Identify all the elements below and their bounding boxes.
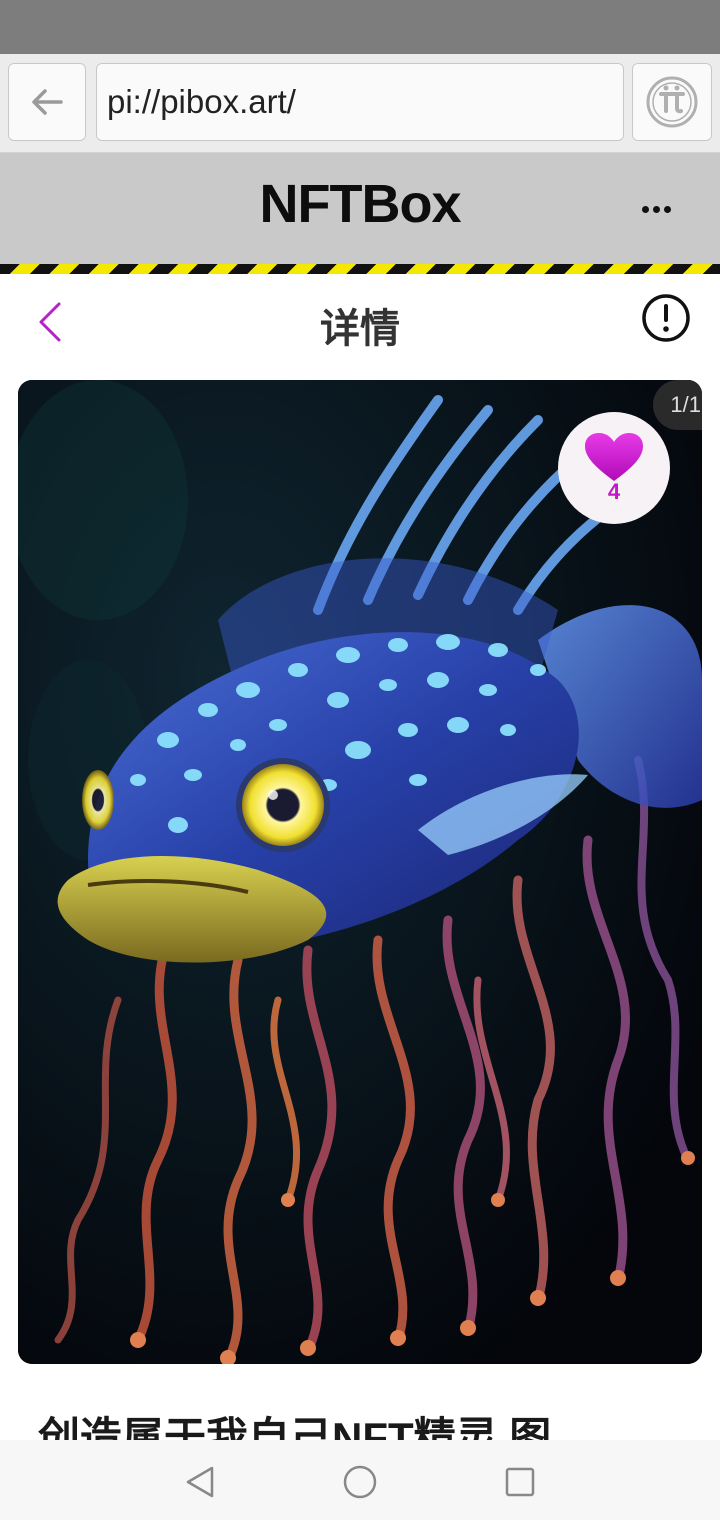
url-text: pi://pibox.art/ (107, 83, 296, 120)
like-button[interactable]: 4 (558, 412, 670, 524)
system-recents-button[interactable] (498, 1460, 542, 1504)
triangle-back-icon (186, 1466, 214, 1498)
page-title: 详情 (320, 307, 400, 351)
hazard-stripe-divider (0, 264, 720, 274)
more-dots-icon[interactable] (626, 189, 686, 229)
info-button[interactable] (640, 292, 692, 344)
circle-home-icon (343, 1465, 377, 1499)
like-count: 4 (607, 479, 621, 504)
system-back-button[interactable] (178, 1460, 222, 1504)
url-field[interactable]: pi://pibox.art/ (96, 63, 624, 141)
app-title: NFTBox (259, 174, 462, 234)
system-home-button[interactable] (338, 1460, 382, 1504)
pi-browser-button[interactable] (632, 63, 712, 141)
app-header: NFTBox (0, 153, 720, 264)
artwork-image (18, 380, 702, 1364)
status-bar (0, 0, 720, 54)
pi-logo-icon (646, 76, 698, 128)
detail-header: 详情 (0, 274, 720, 370)
system-navigation-bar (0, 1440, 720, 1520)
browser-toolbar: pi://pibox.art/ (0, 54, 720, 153)
heart-icon (585, 433, 643, 481)
info-circle-icon (642, 294, 690, 342)
square-recents-icon (505, 1467, 535, 1497)
browser-back-button[interactable] (8, 63, 86, 141)
arrow-left-icon (32, 89, 63, 115)
nft-artwork[interactable]: 1/1 4 (18, 380, 702, 1364)
image-page-counter: 1/1 (653, 380, 702, 430)
